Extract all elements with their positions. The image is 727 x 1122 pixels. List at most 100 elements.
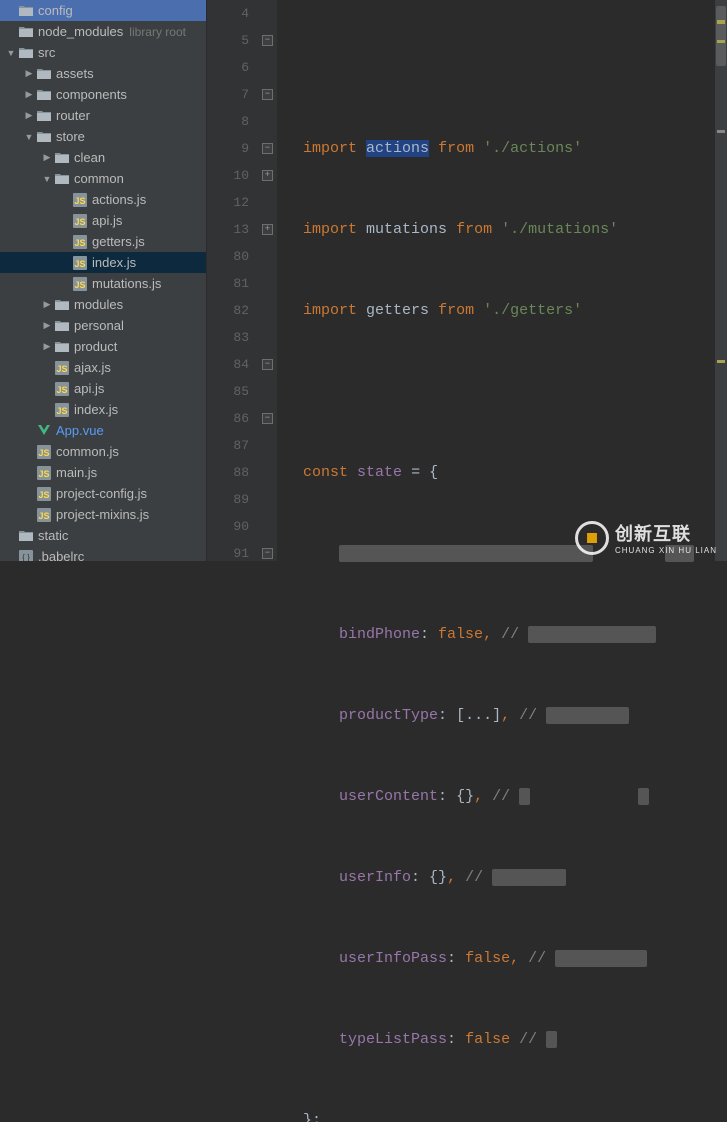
tree-item-node_modules[interactable]: node_moduleslibrary root xyxy=(0,21,206,42)
chevron-right-icon[interactable] xyxy=(40,151,54,165)
tree-item-api-js[interactable]: JSapi.js xyxy=(0,378,206,399)
line-number: 8 xyxy=(207,108,249,135)
tree-item-label: App.vue xyxy=(56,423,104,438)
line-number: 10 xyxy=(207,162,249,189)
fold-toggle[interactable]: + xyxy=(262,170,273,181)
project-tree[interactable]: config node_moduleslibrary root srcassets c… xyxy=(0,0,207,561)
js-icon: JS xyxy=(36,444,52,460)
tree-item-common-js[interactable]: JScommon.js xyxy=(0,441,206,462)
tree-item-project-mixins-js[interactable]: JS project-mixins.js xyxy=(0,504,206,525)
fold-toggle[interactable]: + xyxy=(262,224,273,235)
tree-item-label: actions.js xyxy=(92,192,146,207)
tree-item-label: store xyxy=(56,129,85,144)
tree-item-project-config-js[interactable]: JS project-config.js xyxy=(0,483,206,504)
js-icon: JS xyxy=(36,486,52,502)
tree-item-api-js[interactable]: JS api.js xyxy=(0,210,206,231)
line-number: 82 xyxy=(207,297,249,324)
fold-toggle[interactable]: − xyxy=(262,35,273,46)
tree-item-clean[interactable]: clean xyxy=(0,147,206,168)
tree-item-router[interactable]: router xyxy=(0,105,206,126)
tree-item-assets[interactable]: assets xyxy=(0,63,206,84)
chevron-right-icon[interactable] xyxy=(22,109,36,123)
vue-icon xyxy=(36,423,52,439)
line-number: 80 xyxy=(207,243,249,270)
tree-item-label: project-mixins.js xyxy=(56,507,149,522)
chevron-down-icon[interactable] xyxy=(22,130,36,144)
tree-item-label: main.js xyxy=(56,465,97,480)
tree-item-common[interactable]: common xyxy=(0,168,206,189)
scrollbar-thumb[interactable] xyxy=(716,6,726,66)
tree-item-label: api.js xyxy=(92,213,122,228)
chevron-down-icon[interactable] xyxy=(4,46,18,60)
js-icon: JS xyxy=(72,234,88,250)
fold-toggle[interactable]: − xyxy=(262,548,273,559)
folder-icon xyxy=(54,150,70,166)
tree-item-label: mutations.js xyxy=(92,276,161,291)
chevron-right-icon[interactable] xyxy=(22,88,36,102)
folder-icon xyxy=(54,171,70,187)
code-editor[interactable]: 456789101213808182838485868788899091 −−−… xyxy=(207,0,727,561)
tree-item-label: product xyxy=(74,339,117,354)
editor-scrollbar[interactable] xyxy=(715,0,727,561)
fold-toggle[interactable]: − xyxy=(262,143,273,154)
line-number: 81 xyxy=(207,270,249,297)
svg-text:JS: JS xyxy=(38,448,49,458)
svg-text:JS: JS xyxy=(74,196,85,206)
tree-item-label: ajax.js xyxy=(74,360,111,375)
tree-item-App-vue[interactable]: App.vue xyxy=(0,420,206,441)
tree-item--babelrc[interactable]: { }.babelrc xyxy=(0,546,206,561)
js-icon: JS xyxy=(72,213,88,229)
folder-icon xyxy=(18,24,34,40)
js-icon: JS xyxy=(54,360,70,376)
folder-icon xyxy=(18,45,34,61)
fold-toggle[interactable]: − xyxy=(262,89,273,100)
tree-item-config[interactable]: config xyxy=(0,0,206,21)
tree-item-main-js[interactable]: JS main.js xyxy=(0,462,206,483)
tree-item-src[interactable]: src xyxy=(0,42,206,63)
chevron-right-icon[interactable] xyxy=(40,298,54,312)
tree-item-label: src xyxy=(38,45,55,60)
tree-item-modules[interactable]: modules xyxy=(0,294,206,315)
tree-item-label: personal xyxy=(74,318,124,333)
tree-item-getters-js[interactable]: JSgetters.js xyxy=(0,231,206,252)
chevron-down-icon[interactable] xyxy=(40,172,54,186)
line-number: 87 xyxy=(207,432,249,459)
fold-toggle[interactable]: − xyxy=(262,359,273,370)
tree-item-label: router xyxy=(56,108,90,123)
tree-item-store[interactable]: store xyxy=(0,126,206,147)
folder-icon xyxy=(18,3,34,19)
svg-text:JS: JS xyxy=(56,385,67,395)
svg-text:JS: JS xyxy=(38,469,49,479)
js-icon: JS xyxy=(54,381,70,397)
tree-item-index-js[interactable]: JSindex.js xyxy=(0,399,206,420)
chevron-right-icon[interactable] xyxy=(40,319,54,333)
line-number: 88 xyxy=(207,459,249,486)
line-number: 7 xyxy=(207,81,249,108)
fold-toggle[interactable]: − xyxy=(262,413,273,424)
svg-text:JS: JS xyxy=(74,280,85,290)
tree-item-label: common xyxy=(74,171,124,186)
line-number: 4 xyxy=(207,0,249,27)
folder-icon xyxy=(18,528,34,544)
tree-item-index-js[interactable]: JSindex.js xyxy=(0,252,206,273)
fold-gutter[interactable]: − − − + + − − − xyxy=(259,0,277,561)
svg-text:{ }: { } xyxy=(22,553,30,562)
tree-item-label: assets xyxy=(56,66,94,81)
tree-item-actions-js[interactable]: JS actions.js xyxy=(0,189,206,210)
tree-item-product[interactable]: product xyxy=(0,336,206,357)
chevron-right-icon[interactable] xyxy=(22,67,36,81)
tree-item-mutations-js[interactable]: JS mutations.js xyxy=(0,273,206,294)
line-number: 85 xyxy=(207,378,249,405)
tree-item-static[interactable]: static xyxy=(0,525,206,546)
tree-item-personal[interactable]: personal xyxy=(0,315,206,336)
code-area[interactable]: import actions from './actions' import m… xyxy=(277,0,727,561)
svg-text:JS: JS xyxy=(38,511,49,521)
tree-item-label: config xyxy=(38,3,73,18)
tree-item-label: components xyxy=(56,87,127,102)
tree-item-ajax-js[interactable]: JS ajax.js xyxy=(0,357,206,378)
tree-item-components[interactable]: components xyxy=(0,84,206,105)
chevron-right-icon[interactable] xyxy=(40,340,54,354)
line-number: 12 xyxy=(207,189,249,216)
svg-text:JS: JS xyxy=(74,217,85,227)
tree-item-label: project-config.js xyxy=(56,486,147,501)
